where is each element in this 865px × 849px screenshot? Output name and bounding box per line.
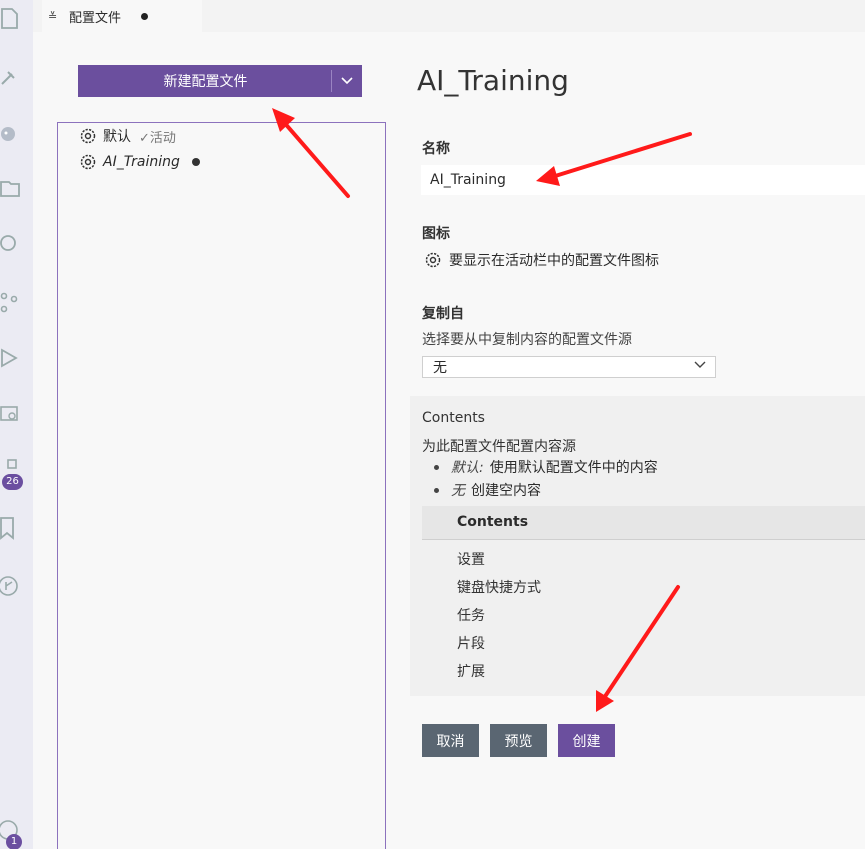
table-row[interactable]: 设置 (457, 549, 485, 569)
table-row[interactable]: 任务 (457, 605, 485, 625)
unsaved-dot-icon (191, 158, 200, 166)
copy-from-description: 选择要从中复制内容的配置文件源 (422, 332, 632, 348)
extensions-badge: 26 (2, 474, 23, 490)
accounts-badge: 1 (6, 834, 22, 849)
search-icon[interactable] (0, 232, 20, 256)
profile-active-status: ✓活动 (139, 130, 176, 146)
name-field-value: AI_Training (430, 172, 506, 188)
cancel-button[interactable]: 取消 (422, 724, 479, 757)
bullet-text: 使用默认配置文件中的内容 (489, 460, 658, 476)
copy-from-label: 复制自 (422, 306, 464, 322)
bullet-term: 默认: (451, 460, 484, 476)
name-field[interactable]: AI_Training (421, 165, 865, 195)
gear-icon (80, 128, 96, 144)
activity-bar: 26 1 (0, 0, 33, 849)
gear-icon[interactable] (424, 251, 442, 269)
bullet-text: 创建空内容 (471, 483, 541, 499)
profile-name: AI_Training (103, 154, 180, 170)
source-control-icon[interactable] (0, 290, 20, 314)
hammer-icon[interactable] (0, 66, 20, 90)
profile-name: 默认 (103, 129, 131, 145)
icon-description: 要显示在活动栏中的配置文件图标 (449, 253, 659, 269)
table-row[interactable]: 片段 (457, 633, 485, 653)
list-item: 默认: 使用默认配置文件中的内容 (434, 457, 658, 477)
copilot-icon[interactable] (0, 122, 20, 146)
table-row[interactable]: 键盘快捷方式 (457, 577, 541, 597)
tab-profiles[interactable]: ≚ 配置文件 (42, 0, 202, 32)
settings-sliders-icon: ≚ (48, 9, 58, 23)
contents-description: 为此配置文件配置内容源 (422, 439, 576, 455)
preview-button[interactable]: 预览 (490, 724, 547, 757)
icon-picker[interactable]: 要显示在活动栏中的配置文件图标 (424, 250, 659, 270)
list-item: 无 创建空内容 (434, 480, 541, 500)
page-title: AI_Training (417, 64, 569, 97)
profile-list: 默认 ✓活动 AI_Training (57, 122, 386, 849)
run-debug-icon[interactable] (0, 346, 20, 370)
profile-item-ai-training[interactable]: AI_Training (79, 151, 200, 173)
name-label: 名称 (422, 141, 450, 157)
unsaved-dot-icon[interactable] (141, 12, 149, 20)
chevron-down-icon[interactable] (332, 77, 362, 85)
new-profile-label[interactable]: 新建配置文件 (78, 71, 331, 91)
chevron-down-icon (694, 361, 706, 368)
bullet-term: 无 (451, 483, 465, 499)
icon-label: 图标 (422, 226, 450, 242)
explorer-icon[interactable] (0, 6, 20, 30)
folder-icon[interactable] (0, 176, 20, 200)
bookmark-icon[interactable] (0, 516, 20, 540)
copy-from-value: 无 (433, 360, 447, 376)
tab-label: 配置文件 (69, 10, 122, 26)
new-profile-button[interactable]: 新建配置文件 (78, 65, 362, 97)
gear-icon (80, 154, 96, 170)
contents-panel: Contents 为此配置文件配置内容源 默认: 使用默认配置文件中的内容 无 … (410, 396, 865, 696)
contents-table-header: Contents (422, 506, 865, 540)
create-button[interactable]: 创建 (558, 724, 615, 757)
profile-item-default[interactable]: 默认 ✓活动 (79, 125, 176, 147)
remote-explorer-icon[interactable] (0, 402, 20, 426)
table-row[interactable]: 扩展 (457, 661, 485, 681)
contents-title: Contents (422, 410, 485, 426)
tab-bar: ≚ 配置文件 (33, 0, 865, 32)
git-graph-icon[interactable] (0, 574, 20, 598)
copy-from-select[interactable]: 无 (422, 356, 716, 378)
